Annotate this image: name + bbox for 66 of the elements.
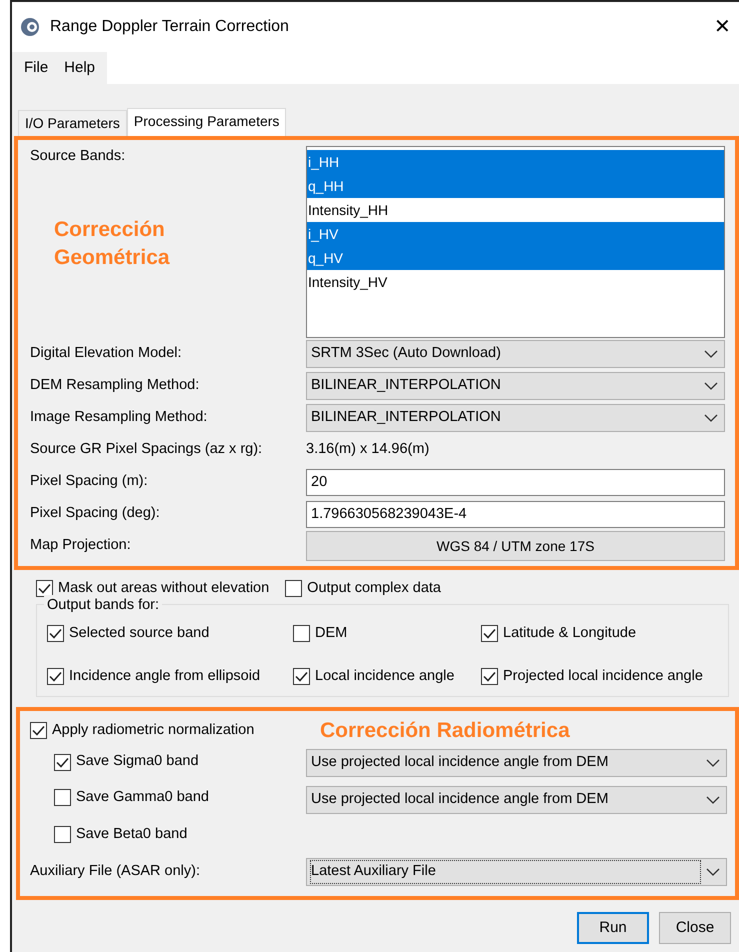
projection-button[interactable]: WGS 84 / UTM zone 17S [306,531,725,561]
dropdown[interactable]: Latest Auxiliary File [306,858,727,886]
checkbox[interactable] [54,789,71,806]
annotation-label: Corrección Radiométrica [320,718,570,744]
checkbox-label: DEM [315,624,348,642]
dropdown[interactable]: BILINEAR_INTERPOLATION [306,372,725,400]
list-item[interactable]: i_HV [307,222,724,246]
list-item[interactable]: q_HV [307,246,724,270]
field-label: Map Projection: [30,536,132,556]
list-item[interactable]: q_HH [307,174,724,198]
checkbox[interactable] [481,668,498,685]
checkbox-label: Save Sigma0 band [76,752,199,772]
checkbox-label: Projected local incidence angle [503,666,703,686]
tab[interactable]: I/O Parameters [18,110,127,136]
field-label: DEM Resampling Method: [30,376,200,396]
menu-item[interactable]: File [16,56,56,80]
dropdown[interactable]: SRTM 3Sec (Auto Download) [306,340,725,368]
field-label: Pixel Spacing (m): [30,472,149,492]
checkbox-label: Save Beta0 band [76,824,188,844]
list-item[interactable]: i_HH [307,150,724,174]
app-icon [20,17,40,37]
dropdown[interactable]: Use projected local incidence angle from DEM [306,786,727,814]
dialog-button[interactable]: Close [659,912,731,944]
checkbox[interactable] [293,624,310,642]
close-button[interactable]: ✕ [706,12,739,42]
checkbox[interactable] [293,668,310,685]
caret-icon [706,796,720,804]
checkbox[interactable] [481,624,498,642]
dropdown[interactable]: Use projected local incidence angle from DEM [306,749,727,778]
dropdown[interactable]: BILINEAR_INTERPOLATION [306,404,725,432]
field-label: Auxiliary File (ASAR only): [30,862,202,881]
menu-item[interactable]: Help [56,56,104,80]
input-field[interactable]: 1.796630568239043E-4 [306,500,725,528]
checkbox-label: Latitude & Longitude [503,624,636,642]
field-value: 3.16(m) x 14.96(m) [306,441,430,458]
checkbox[interactable] [36,580,53,598]
caret-icon [704,382,718,390]
field-label: Source GR Pixel Spacings (az x rg): [30,440,264,460]
tab[interactable]: Processing Parameters [126,108,286,136]
checkbox-label: Apply radiometric normalization [52,720,254,740]
checkbox[interactable] [285,580,302,598]
caret-icon [706,868,720,876]
checkbox[interactable] [54,754,71,771]
checkbox[interactable] [47,668,64,685]
caret-icon [704,414,718,422]
caret-icon [704,350,718,358]
field-label: Digital Elevation Model: [30,344,183,364]
checkbox-label: Selected source band [69,624,210,642]
window-title: Range Doppler Terrain Correction [50,17,290,37]
annotation-label: Corrección Geométrica [54,216,171,271]
source-bands-list[interactable]: i_HH q_HH Intensity_HH i_HV q_HV Intensity_HV [306,146,725,338]
checkbox-label: Output complex data [307,579,441,598]
caret-icon [706,759,720,768]
checkbox-label: Local incidence angle [315,666,454,686]
checkbox-label: Incidence angle from ellipsoid [69,666,260,686]
field-label: Image Resampling Method: [30,408,208,428]
field-label: Source Bands: [30,147,126,166]
input-field[interactable]: 20 [306,468,725,496]
list-item[interactable]: Intensity_HV [307,270,724,294]
checkbox[interactable] [30,722,47,740]
checkbox[interactable] [47,624,64,642]
list-item[interactable]: Intensity_HH [307,198,724,222]
field-label: Pixel Spacing (deg): [30,504,161,524]
checkbox-label: Save Gamma0 band [76,788,209,807]
dialog-button[interactable]: Run [577,912,649,944]
checkbox[interactable] [54,826,71,844]
